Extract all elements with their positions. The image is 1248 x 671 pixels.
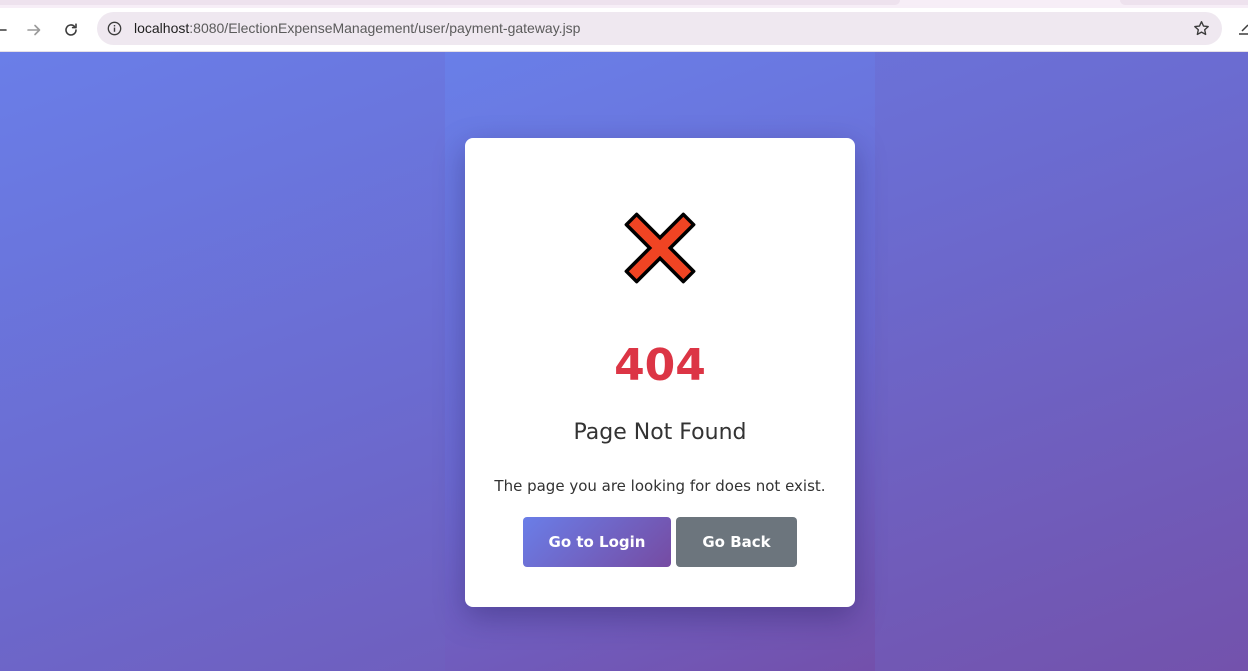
inactive-tab-edge[interactable]: [1120, 0, 1248, 5]
go-to-login-button[interactable]: Go to Login: [523, 517, 671, 567]
page-background: 404 Page Not Found The page you are look…: [0, 52, 1248, 671]
address-bar[interactable]: localhost:8080/ElectionExpenseManagement…: [97, 12, 1222, 45]
extension-icon[interactable]: [1237, 22, 1248, 36]
star-icon[interactable]: [1193, 20, 1210, 37]
forward-button[interactable]: [20, 16, 48, 44]
red-cross-icon: [624, 212, 696, 284]
error-card: 404 Page Not Found The page you are look…: [465, 138, 855, 607]
tab-strip: [0, 0, 1248, 8]
arrow-right-icon: [27, 24, 41, 36]
error-title: Page Not Found: [573, 420, 747, 445]
url-host: localhost: [134, 20, 190, 36]
error-code: 404: [614, 340, 706, 391]
url-path: :8080/ElectionExpenseManagement/user/pay…: [189, 20, 581, 36]
info-icon[interactable]: [107, 21, 122, 36]
url-text[interactable]: localhost:8080/ElectionExpenseManagement…: [134, 20, 580, 36]
reload-button[interactable]: [57, 16, 85, 44]
back-button[interactable]: [0, 16, 14, 44]
arrow-left-icon: [0, 29, 7, 31]
active-tab-edge[interactable]: [0, 0, 900, 5]
error-message: The page you are looking for does not ex…: [494, 477, 826, 495]
reload-icon: [65, 23, 77, 36]
browser-toolbar: localhost:8080/ElectionExpenseManagement…: [0, 8, 1248, 52]
go-back-button[interactable]: Go Back: [676, 517, 797, 567]
